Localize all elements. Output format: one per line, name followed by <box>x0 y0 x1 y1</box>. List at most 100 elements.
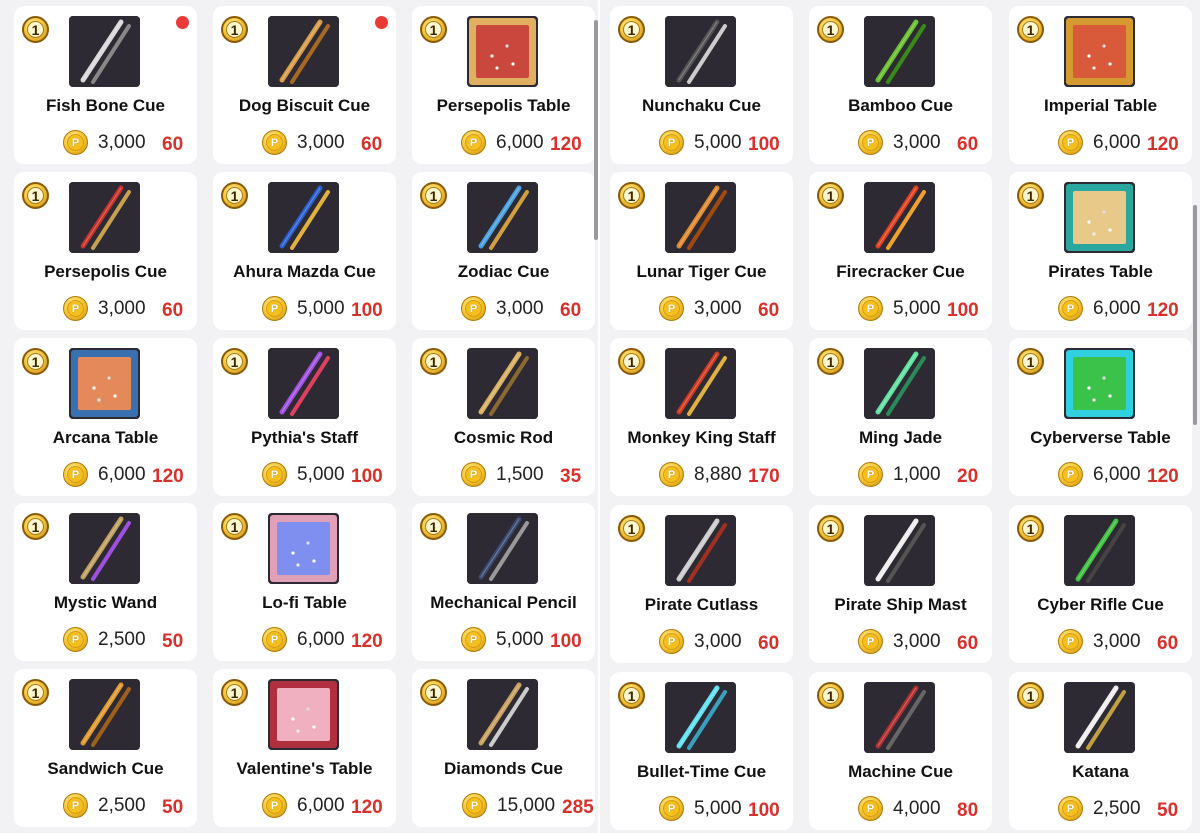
pool-coin-icon: P <box>461 130 486 155</box>
item-name: Mystic Wand <box>53 593 158 612</box>
shop-item-card[interactable]: 1 Lo-fi Table P 6,000 120 <box>213 503 396 661</box>
quantity-badge-label: 1 <box>1022 21 1039 38</box>
shop-item-card[interactable]: 1 Fish Bone Cue P 3,000 60 <box>14 6 197 164</box>
item-name: Sandwich Cue <box>47 759 164 778</box>
shop-item-card[interactable]: 1 Cyber Rifle Cue P 3,000 60 <box>1009 505 1192 663</box>
shop-item-card[interactable]: 1 Katana P 2,500 50 <box>1009 672 1192 830</box>
shop-item-card[interactable]: 1 Arcana Table P 6,000 120 <box>14 338 197 496</box>
cash-price: 120 <box>1147 466 1179 487</box>
shop-item-card[interactable]: 1 Lunar Tiger Cue P 3,000 60 <box>610 172 793 330</box>
price-row: P 3,000 60 <box>809 627 992 657</box>
pool-coin-glyph: P <box>663 633 680 650</box>
ming-jade-icon <box>864 348 935 419</box>
shop-item-card[interactable]: 1 Pirate Ship Mast P 3,000 60 <box>809 505 992 663</box>
quantity-badge-icon: 1 <box>22 513 49 540</box>
price-row: P 5,000 100 <box>213 294 396 324</box>
shop-item-card[interactable]: 1 Nunchaku Cue P 5,000 100 <box>610 6 793 164</box>
price-row: P 6,000 120 <box>1009 460 1192 490</box>
shop-item-card[interactable]: 1 Monkey King Staff P 8,880 170 <box>610 338 793 496</box>
pool-coin-glyph: P <box>466 797 483 814</box>
shop-item-card[interactable]: 1 Ahura Mazda Cue P 5,000 100 <box>213 172 396 330</box>
quantity-badge-icon: 1 <box>420 182 447 209</box>
shop-item-card[interactable]: 1 Mystic Wand P 2,500 50 <box>14 503 197 661</box>
quantity-badge-label: 1 <box>623 520 640 537</box>
valentines-table-icon <box>268 679 339 750</box>
coin-price: 3,000 <box>496 298 544 319</box>
pirate-ship-mast-icon <box>864 515 935 586</box>
shop-item-card[interactable]: 1 Bullet-Time Cue P 5,000 100 <box>610 672 793 830</box>
quantity-badge-label: 1 <box>822 520 839 537</box>
quantity-badge-label: 1 <box>1022 353 1039 370</box>
lofi-table-icon <box>268 513 339 584</box>
coin-price: 6,000 <box>1093 464 1141 485</box>
cash-price: 100 <box>351 300 383 321</box>
item-name: Arcana Table <box>52 428 159 447</box>
shop-item-card[interactable]: 1 Cyberverse Table P 6,000 120 <box>1009 338 1192 496</box>
price-row: P 3,000 60 <box>610 294 793 324</box>
coin-price: 3,000 <box>1093 631 1141 652</box>
pool-coin-icon: P <box>63 296 88 321</box>
shop-item-card[interactable]: 1 Imperial Table P 6,000 120 <box>1009 6 1192 164</box>
cash-price: 170 <box>748 466 780 487</box>
cash-price: 50 <box>162 797 184 818</box>
coin-price: 6,000 <box>1093 298 1141 319</box>
shop-item-card[interactable]: 1 Valentine's Table P 6,000 120 <box>213 669 396 827</box>
shop-item-card[interactable]: 1 Ming Jade P 1,000 20 <box>809 338 992 496</box>
coin-price: 6,000 <box>297 795 345 816</box>
item-name: Bamboo Cue <box>848 96 953 115</box>
shop-item-card[interactable]: 1 Pirate Cutlass P 3,000 60 <box>610 505 793 663</box>
pool-coin-icon: P <box>1058 629 1083 654</box>
pool-coin-glyph: P <box>266 300 283 317</box>
shop-item-card[interactable]: 1 Persepolis Table P 6,000 120 <box>412 6 595 164</box>
shop-item-card[interactable]: 1 Cosmic Rod P 1,500 35 <box>412 338 595 496</box>
quantity-badge-label: 1 <box>425 21 442 38</box>
shop-item-card[interactable]: 1 Sandwich Cue P 2,500 50 <box>14 669 197 827</box>
pool-coin-icon: P <box>461 296 486 321</box>
quantity-badge-icon: 1 <box>22 348 49 375</box>
right-scrollbar[interactable] <box>1193 205 1197 425</box>
left-scrollbar[interactable] <box>594 20 598 240</box>
monkey-king-staff-icon <box>665 348 736 419</box>
quantity-badge-label: 1 <box>822 21 839 38</box>
quantity-badge-icon: 1 <box>221 679 248 706</box>
price-row: P 5,000 100 <box>213 460 396 490</box>
shop-item-card[interactable]: 1 Dog Biscuit Cue P 3,000 60 <box>213 6 396 164</box>
pool-coin-glyph: P <box>266 631 283 648</box>
shop-item-card[interactable]: 1 Zodiac Cue P 3,000 60 <box>412 172 595 330</box>
pool-coin-glyph: P <box>67 300 84 317</box>
katana-icon <box>1064 682 1135 753</box>
cash-price: 60 <box>361 134 383 155</box>
shop-item-card[interactable]: 1 Persepolis Cue P 3,000 60 <box>14 172 197 330</box>
coin-price: 5,000 <box>297 298 345 319</box>
coin-price: 5,000 <box>694 798 742 819</box>
item-name: Persepolis Table <box>436 96 571 115</box>
quantity-badge-icon: 1 <box>1017 515 1044 542</box>
shop-item-card[interactable]: 1 Bamboo Cue P 3,000 60 <box>809 6 992 164</box>
pool-coin-glyph: P <box>465 134 482 151</box>
shop-item-card[interactable]: 1 Mechanical Pencil P 5,000 100 <box>412 503 595 661</box>
shop-item-card[interactable]: 1 Pirates Table P 6,000 120 <box>1009 172 1192 330</box>
price-row: P 5,000 100 <box>610 128 793 158</box>
pool-coin-glyph: P <box>663 800 680 817</box>
item-name: Bullet-Time Cue <box>636 762 767 781</box>
pool-coin-glyph: P <box>67 797 84 814</box>
shop-item-card[interactable]: 1 Machine Cue P 4,000 80 <box>809 672 992 830</box>
pool-coin-icon: P <box>461 627 486 652</box>
item-name: Imperial Table <box>1043 96 1158 115</box>
cash-price: 120 <box>1147 300 1179 321</box>
pool-coin-icon: P <box>262 130 287 155</box>
machine-cue-icon <box>864 682 935 753</box>
shop-item-card[interactable]: 1 Firecracker Cue P 5,000 100 <box>809 172 992 330</box>
item-name: Mechanical Pencil <box>430 593 577 612</box>
item-name: Machine Cue <box>848 762 953 781</box>
pool-coin-icon: P <box>262 462 287 487</box>
pool-coin-glyph: P <box>1062 300 1079 317</box>
quantity-badge-label: 1 <box>425 353 442 370</box>
quantity-badge-icon: 1 <box>420 513 447 540</box>
shop-item-card[interactable]: 1 Pythia's Staff P 5,000 100 <box>213 338 396 496</box>
coin-price: 6,000 <box>496 132 544 153</box>
price-row: P 5,000 100 <box>809 294 992 324</box>
coin-price: 1,500 <box>496 464 544 485</box>
shop-item-card[interactable]: 1 Diamonds Cue P 15,000 285 <box>412 669 595 827</box>
quantity-badge-label: 1 <box>425 684 442 701</box>
